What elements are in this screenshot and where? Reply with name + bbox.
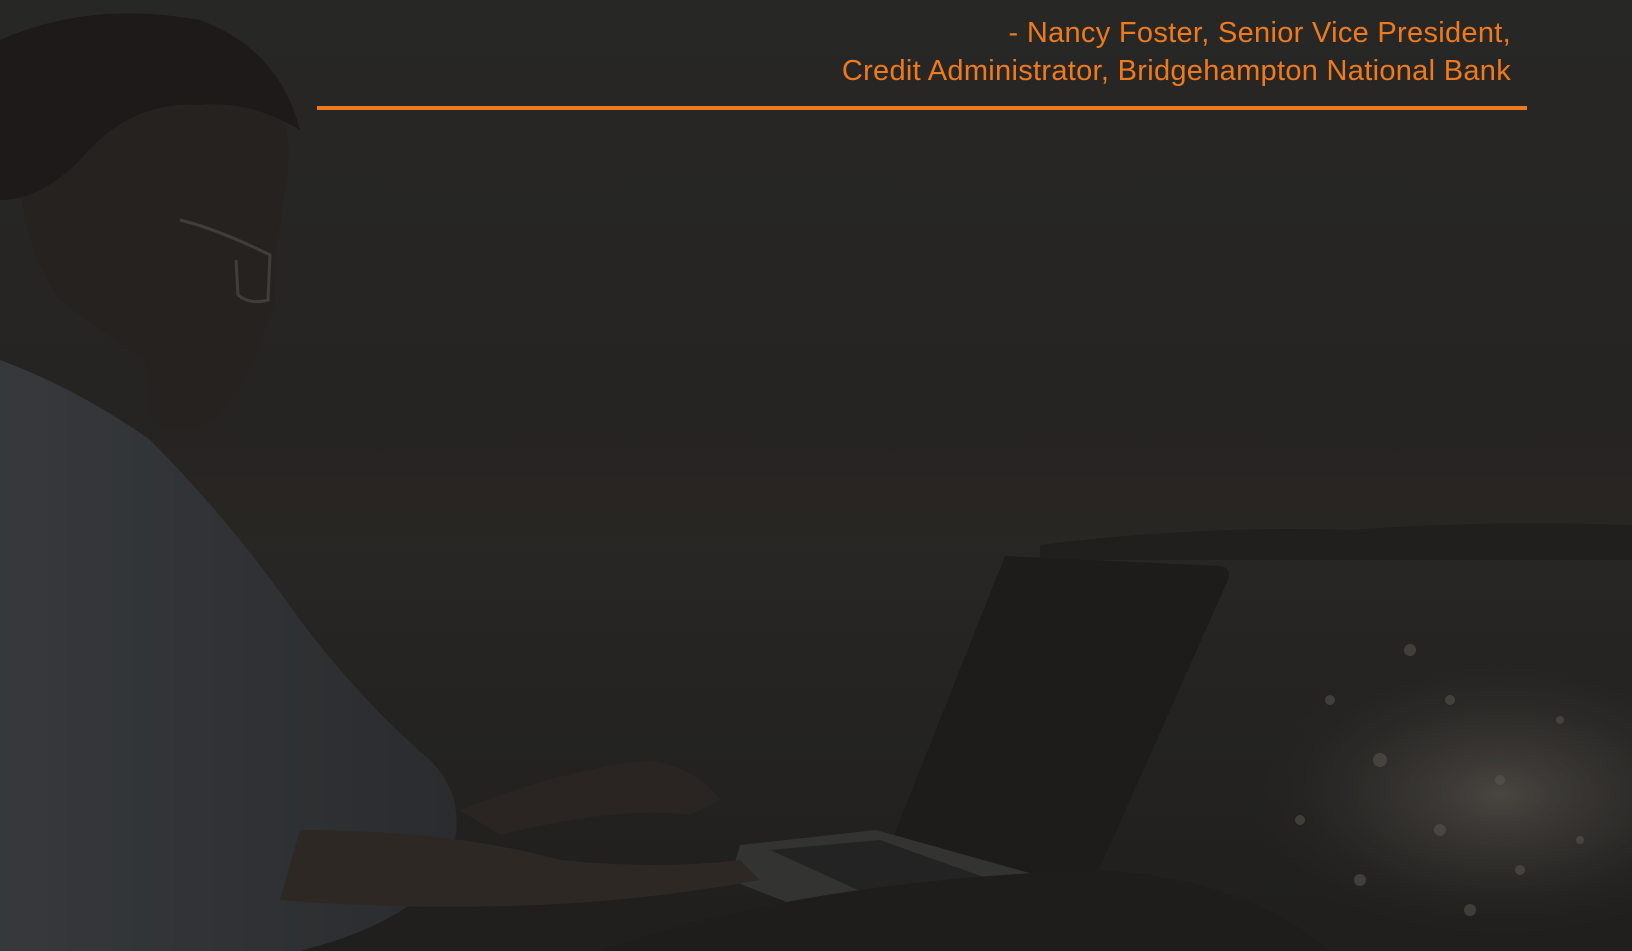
testimonial-attribution: - Nancy Foster, Senior Vice President, C…	[842, 14, 1511, 90]
background-photo	[0, 13, 1632, 951]
attribution-line-1: - Nancy Foster, Senior Vice President,	[1008, 17, 1511, 49]
accent-divider	[317, 106, 1527, 110]
attribution-line-2: Credit Administrator, Bridgehampton Nati…	[841, 55, 1511, 87]
hero-section: - Nancy Foster, Senior Vice President, C…	[0, 0, 1632, 951]
